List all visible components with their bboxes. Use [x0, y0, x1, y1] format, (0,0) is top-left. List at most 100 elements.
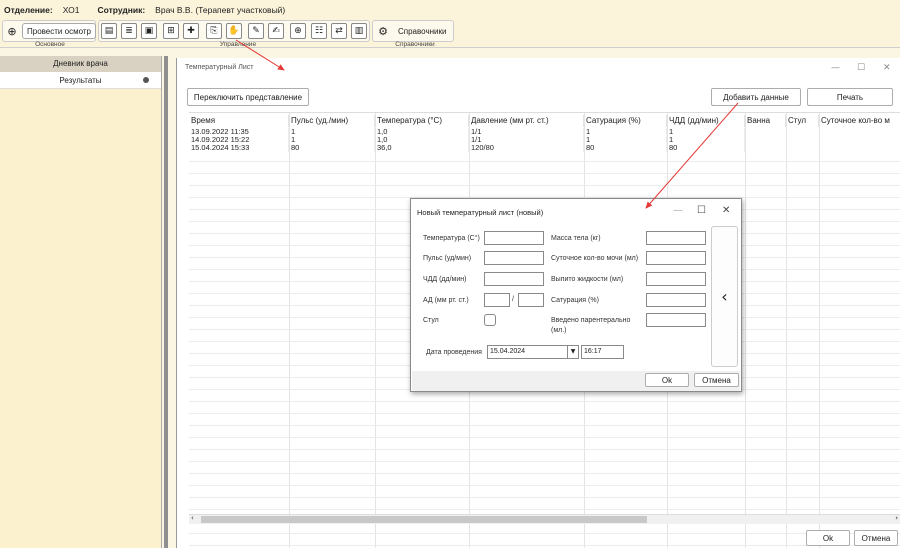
saturation-input[interactable]	[646, 293, 706, 307]
minimize-icon[interactable]: —	[831, 63, 840, 73]
table-row[interactable]: 13.09.2022 11:35 1 1,0 1/1 1 1	[189, 128, 745, 136]
body-weight-input[interactable]	[646, 231, 706, 245]
group-icon[interactable]: ☷	[311, 23, 327, 39]
medical-history-icon[interactable]: ✚	[183, 23, 199, 39]
table-cell: 1	[584, 128, 667, 136]
panel-splitter[interactable]	[164, 56, 168, 548]
column-header[interactable]: Сатурация (%)	[584, 115, 667, 127]
column-header[interactable]: Ванна	[745, 115, 786, 127]
daily-urine-label: Суточное кол-во мочи (мл)	[551, 255, 639, 262]
department-value: ХО1	[62, 5, 80, 15]
window-ok-button[interactable]: Ok	[806, 530, 850, 546]
maximize-icon[interactable]: ☐	[857, 63, 865, 73]
new-temperature-sheet-dialog: Новый температурный лист (новый) — ☐ ✕ Т…	[410, 198, 742, 392]
column-header[interactable]: Давление (мм рт. ст.)	[469, 115, 584, 127]
column-header[interactable]: Стул	[786, 115, 819, 127]
temperature-input[interactable]	[484, 231, 544, 245]
group-label-manage: Управление	[219, 41, 257, 48]
clipboard-icon[interactable]: ⎘	[206, 23, 222, 39]
table-cell: 1,0	[375, 128, 469, 136]
document-list-icon[interactable]: ≣	[121, 23, 137, 39]
chart-document-icon[interactable]: ▥	[351, 23, 367, 39]
respiratory-rate-label: ЧДД (дд/мин)	[423, 276, 467, 283]
parenteral-input[interactable]	[646, 313, 706, 327]
add-document-icon[interactable]: ⊞	[163, 23, 179, 39]
fluid-intake-input[interactable]	[646, 272, 706, 286]
daily-urine-input[interactable]	[646, 251, 706, 265]
stool-checkbox[interactable]	[484, 314, 496, 326]
window-title: Температурный Лист	[185, 64, 254, 71]
fluid-intake-label: Выпито жидкости (мл)	[551, 276, 624, 283]
dialog-footer	[412, 371, 740, 391]
table-cell: 1	[667, 128, 745, 136]
transfer-icon[interactable]: ⇄	[331, 23, 347, 39]
dialog-maximize-icon[interactable]: ☐	[697, 205, 706, 216]
sidebar-title: Дневник врача	[0, 56, 161, 72]
column-header[interactable]: Температура (°C)	[375, 115, 469, 127]
collapse-panel-toggle[interactable]: ‹	[711, 226, 738, 367]
scrollbar-thumb[interactable]	[201, 516, 647, 523]
references-icon[interactable]: ⚙	[375, 23, 391, 39]
horizontal-scrollbar[interactable]: ‹ ›	[189, 514, 900, 524]
table-row[interactable]: 14.09.2022 15:22 1 1,0 1/1 1 1	[189, 136, 745, 144]
column-header[interactable]: Время	[189, 115, 289, 127]
sidebar: Дневник врача Результаты	[0, 56, 162, 548]
sidebar-item-label: Результаты	[59, 75, 102, 85]
report-icon[interactable]: ▣	[141, 23, 157, 39]
hierarchy-icon[interactable]: ⊕	[4, 23, 20, 39]
context-info: Отделение: ХО1 Сотрудник: Врач В.В. (Тер…	[4, 3, 303, 17]
scroll-right-icon[interactable]: ›	[895, 514, 898, 522]
print-button[interactable]: Печать	[807, 88, 893, 106]
references-button[interactable]: Справочники	[394, 23, 450, 39]
edit-document-icon[interactable]: ✎	[248, 23, 264, 39]
temperature-label: Температура (C°)	[423, 235, 480, 242]
table-cell: 1/1	[469, 136, 584, 144]
hand-icon[interactable]: ✋	[226, 23, 242, 39]
conduct-exam-button[interactable]: Провести осмотр	[22, 23, 96, 39]
status-dot-icon	[143, 77, 149, 83]
employee-value: Врач В.В. (Терапевт участковый)	[155, 5, 286, 15]
dialog-minimize-icon[interactable]: —	[673, 205, 683, 216]
pulse-label: Пульс (уд/мин)	[423, 255, 472, 262]
sign-icon[interactable]: ✍	[268, 23, 284, 39]
table-cell: 1	[584, 136, 667, 144]
new-record-icon[interactable]: ⊕	[290, 23, 306, 39]
table-cell: 1/1	[469, 128, 584, 136]
dialog-ok-button[interactable]: Ok	[645, 373, 689, 387]
diastolic-input[interactable]	[518, 293, 544, 307]
sidebar-item-results[interactable]: Результаты	[0, 72, 161, 89]
employee-label: Сотрудник:	[97, 5, 146, 15]
stool-label: Стул	[423, 317, 439, 324]
dialog-close-icon[interactable]: ✕	[722, 205, 730, 216]
pulse-input[interactable]	[484, 251, 544, 265]
dialog-cancel-button[interactable]: Отмена	[694, 373, 739, 387]
switch-view-button[interactable]: Переключить представление	[187, 88, 309, 106]
saturation-label: Сатурация (%)	[551, 297, 599, 304]
column-header[interactable]: ЧДД (дд/мин)	[667, 115, 745, 127]
dialog-title: Новый температурный лист (новый)	[417, 208, 544, 217]
blood-pressure-label: АД (мм рт. ст.)	[423, 297, 469, 304]
grid-header: Время Пульс (уд./мин) Температура (°C) Д…	[189, 115, 900, 127]
date-picker[interactable]: 15.04.2024 ▼	[487, 345, 579, 359]
calendar-dropdown-icon[interactable]: ▼	[567, 346, 578, 358]
parenteral-label: Введено парентерально	[551, 317, 631, 324]
close-icon[interactable]: ✕	[883, 63, 891, 73]
time-input[interactable]: 16:17	[581, 345, 624, 359]
group-label-refs: Справочники	[395, 41, 435, 48]
time-value: 16:17	[584, 348, 602, 355]
group-label-main: Основное	[35, 41, 65, 48]
column-header[interactable]: Пульс (уд./мин)	[289, 115, 375, 127]
date-value: 15.04.2024	[490, 348, 526, 355]
respiratory-rate-input[interactable]	[484, 272, 544, 286]
table-cell: 13.09.2022 11:35	[189, 128, 289, 136]
add-data-button[interactable]: Добавить данные	[711, 88, 801, 106]
column-header[interactable]: Суточное кол-во м	[819, 115, 900, 127]
parenteral-unit-label: (мл.)	[551, 327, 567, 334]
table-cell: 1	[667, 136, 745, 144]
table-icon[interactable]: ▤	[101, 23, 117, 39]
top-bar: Отделение: ХО1 Сотрудник: Врач В.В. (Тер…	[0, 0, 900, 48]
systolic-input[interactable]	[484, 293, 510, 307]
date-label: Дата проведения	[426, 349, 482, 356]
scroll-left-icon[interactable]: ‹	[191, 514, 194, 522]
window-cancel-button[interactable]: Отмена	[854, 530, 898, 546]
